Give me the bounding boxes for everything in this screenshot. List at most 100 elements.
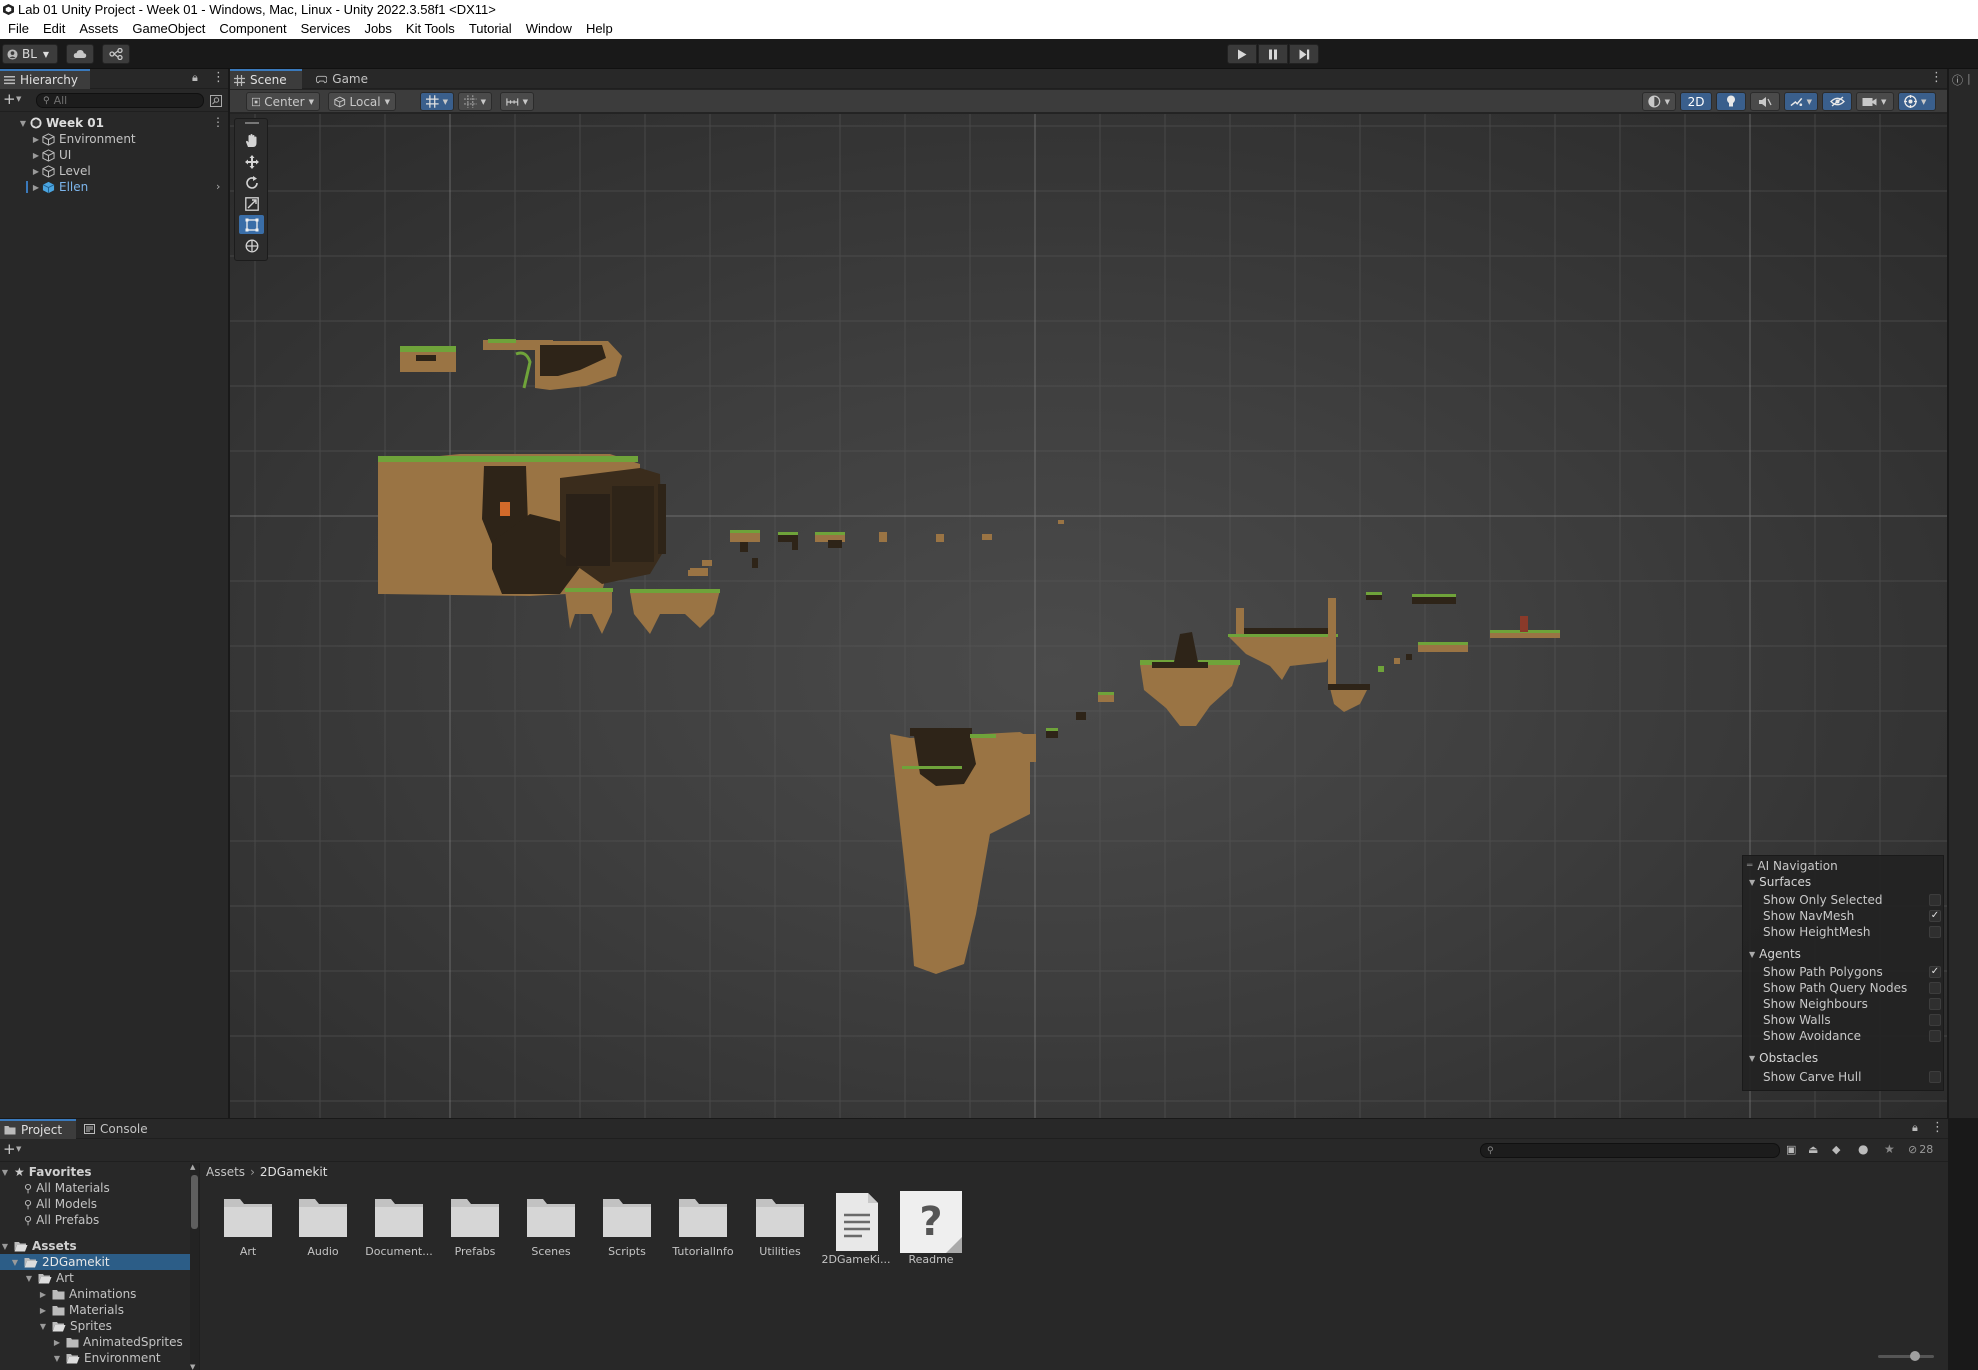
option-show-avoidance[interactable]: Show Avoidance [1763, 1028, 1941, 1044]
search-by-type-icon[interactable] [210, 95, 222, 107]
step-button[interactable] [1289, 44, 1319, 64]
add-icon[interactable]: + [3, 1142, 16, 1157]
favorite-item-all-models[interactable]: ⚲ All Models [0, 1196, 190, 1212]
chevron-right-icon[interactable]: ▶ [0, 151, 42, 160]
asset-scripts[interactable]: Scripts [592, 1195, 662, 1258]
more-options-icon[interactable]: ⋮ [1931, 1120, 1944, 1135]
add-icon[interactable]: + [3, 92, 16, 107]
breadcrumb-2dgamekit[interactable]: 2DGamekit [260, 1165, 328, 1179]
tree-scrollbar-thumb[interactable] [191, 1175, 198, 1229]
grid-snapping-toggle[interactable]: ▼ [420, 92, 454, 111]
option-show-neighbours[interactable]: Show Neighbours [1763, 996, 1941, 1012]
hierarchy-item-ellen[interactable]: ▶ Ellen › [0, 179, 228, 195]
draw-mode-dropdown[interactable]: ▼ [1642, 92, 1676, 111]
checkbox-show-path-polygons[interactable]: ✓ [1929, 966, 1941, 978]
chevron-right-icon[interactable]: ▶ [52, 1338, 62, 1347]
section-agents[interactable]: ▼ Agents [1749, 946, 1801, 962]
scene-viewport[interactable]: ═ AI Navigation ▼ Surfaces Show Only Sel… [230, 114, 1947, 1118]
menu-edit[interactable]: Edit [36, 19, 72, 39]
tab-console[interactable]: Console [80, 1119, 156, 1139]
account-dropdown[interactable]: BL ▼ [2, 44, 58, 64]
move-tool-button[interactable] [239, 152, 264, 171]
asset-prefabs[interactable]: Prefabs [440, 1195, 510, 1258]
section-obstacles[interactable]: ▼ Obstacles [1749, 1050, 1818, 1066]
chevron-down-icon[interactable]: ▼ [24, 1274, 34, 1283]
chevron-down-icon[interactable]: ▼ [10, 1258, 20, 1267]
menu-jobs[interactable]: Jobs [357, 19, 398, 39]
asset-readme[interactable]: ? Readme [896, 1191, 966, 1266]
checkbox-show-navmesh[interactable]: ✓ [1929, 910, 1941, 922]
chevron-down-icon[interactable]: ▼ [16, 95, 21, 103]
chevron-right-icon[interactable]: ▶ [0, 167, 42, 176]
icon-size-slider[interactable] [1878, 1351, 1934, 1361]
chevron-down-icon[interactable]: ▼ [38, 1322, 48, 1331]
asset-scenes[interactable]: Scenes [516, 1195, 586, 1258]
checkbox-show-path-query-nodes[interactable] [1929, 982, 1941, 994]
menu-gameobject[interactable]: GameObject [125, 19, 212, 39]
more-options-icon[interactable]: ⋮ [212, 70, 225, 85]
overlay-drag-handle-icon[interactable] [245, 122, 259, 124]
menu-services[interactable]: Services [294, 19, 358, 39]
tag-icon[interactable]: ◆ [1832, 1143, 1840, 1156]
asset-2dgamekit-doc[interactable]: 2DGameKi... [821, 1191, 891, 1266]
tree-item-materials[interactable]: ▶ Materials [0, 1302, 190, 1318]
scroll-down-icon[interactable]: ▼ [190, 1363, 195, 1370]
hierarchy-item-ui[interactable]: ▶ UI [0, 147, 228, 163]
scene-audio-toggle[interactable] [1750, 92, 1780, 111]
favorite-item-all-prefabs[interactable]: ⚲ All Prefabs [0, 1212, 190, 1228]
hidden-packages-toggle[interactable]: ⊘ 28 [1908, 1143, 1933, 1156]
asset-art[interactable]: Art [213, 1195, 283, 1258]
tab-hierarchy[interactable]: Hierarchy [0, 69, 90, 89]
inspector-tab-edge[interactable]: | [1967, 72, 1971, 85]
asset-tutorialinfo[interactable]: TutorialInfo [668, 1195, 738, 1258]
scale-tool-button[interactable] [239, 194, 264, 213]
chevron-down-icon[interactable]: ▼ [16, 1145, 21, 1153]
checkbox-show-only-selected[interactable] [1929, 894, 1941, 906]
rect-tool-button[interactable] [239, 215, 264, 234]
menu-assets[interactable]: Assets [72, 19, 125, 39]
tree-item-2dgamekit[interactable]: ▼ 2DGamekit [0, 1254, 190, 1270]
menu-help[interactable]: Help [579, 19, 620, 39]
scene-camera-dropdown[interactable]: ▼ [1856, 92, 1894, 111]
chevron-down-icon[interactable]: ▼ [52, 1354, 62, 1363]
scene-visibility-toggle[interactable] [1822, 92, 1852, 111]
tree-item-art[interactable]: ▼ Art [0, 1270, 190, 1286]
lock-icon[interactable]: 🔒︎ [1912, 1121, 1918, 1135]
warning-filter-icon[interactable]: ● [1858, 1142, 1868, 1156]
info-icon[interactable]: ⓘ [1952, 72, 1963, 88]
tab-game[interactable]: Game [312, 69, 376, 89]
asset-documentation[interactable]: Document... [364, 1195, 434, 1258]
more-options-icon[interactable]: ⋮ [1930, 70, 1943, 85]
checkbox-show-walls[interactable] [1929, 1014, 1941, 1026]
tree-scrollbar[interactable]: ▲ ▼ [190, 1163, 199, 1370]
menu-tutorial[interactable]: Tutorial [462, 19, 519, 39]
pause-button[interactable] [1258, 44, 1288, 64]
chevron-down-icon[interactable]: ▼ [0, 1242, 10, 1251]
chevron-right-icon[interactable]: ▶ [38, 1290, 48, 1299]
chevron-right-icon[interactable]: ▶ [38, 1306, 48, 1315]
icon-size-slider-thumb[interactable] [1910, 1351, 1920, 1361]
cloud-button[interactable] [66, 44, 94, 64]
tab-project[interactable]: Project [0, 1119, 76, 1139]
grid-visibility-toggle[interactable]: ▼ [458, 92, 492, 111]
menu-window[interactable]: Window [519, 19, 579, 39]
2d-mode-toggle[interactable]: 2D [1680, 92, 1712, 111]
increment-snap-toggle[interactable]: ▼ [500, 92, 534, 111]
scroll-up-icon[interactable]: ▲ [190, 1163, 195, 1171]
tree-item-sprites[interactable]: ▼ Sprites [0, 1318, 190, 1334]
more-options-icon[interactable]: ⋮ [212, 115, 224, 129]
checkbox-show-avoidance[interactable] [1929, 1030, 1941, 1042]
gizmos-dropdown[interactable]: ▼ [1898, 92, 1936, 111]
favorite-item-all-materials[interactable]: ⚲ All Materials [0, 1180, 190, 1196]
hierarchy-search-input[interactable]: ⚲ All [36, 93, 204, 108]
menu-kit-tools[interactable]: Kit Tools [399, 19, 462, 39]
version-control-button[interactable] [102, 44, 130, 64]
transform-tool-button[interactable] [239, 236, 264, 255]
favorite-star-icon[interactable]: ★ [1884, 1142, 1895, 1156]
asset-utilities[interactable]: Utilities [745, 1195, 815, 1258]
search-by-type-icon[interactable]: ▣ [1786, 1143, 1796, 1156]
asset-audio[interactable]: Audio [288, 1195, 358, 1258]
chevron-right-icon[interactable]: ▶ [0, 183, 42, 192]
scene-lighting-toggle[interactable] [1716, 92, 1746, 111]
tree-item-assets[interactable]: ▼ Assets [0, 1238, 190, 1254]
